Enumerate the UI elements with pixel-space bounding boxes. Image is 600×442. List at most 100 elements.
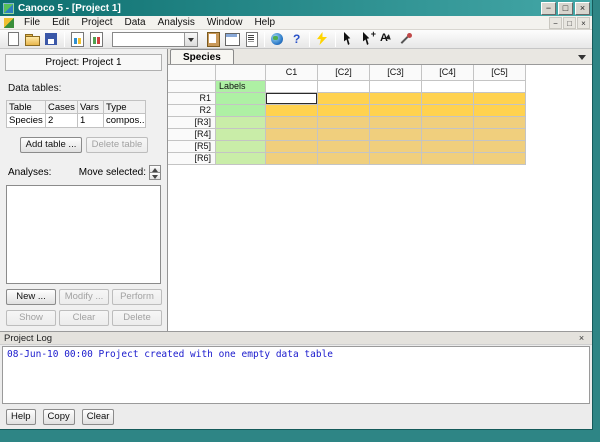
label-tool-icon[interactable] [378,31,395,47]
menu-data[interactable]: Data [118,16,151,30]
grid-corner-cell[interactable] [168,65,216,81]
data-cell[interactable] [318,153,370,165]
row-label-cell[interactable] [216,105,266,117]
data-cell[interactable] [266,93,318,105]
data-cell[interactable] [474,105,526,117]
menu-window[interactable]: Window [201,16,249,30]
data-cell[interactable] [318,117,370,129]
data-cell[interactable] [318,129,370,141]
minimize-button[interactable]: − [541,2,556,15]
row-label-cell[interactable] [216,117,266,129]
data-cell[interactable] [474,129,526,141]
child-minimize-button[interactable]: − [549,17,562,29]
data-cell[interactable] [422,117,474,129]
menu-edit[interactable]: Edit [46,16,75,30]
quick-select-combo[interactable] [112,32,198,47]
close-log-icon[interactable]: × [575,333,588,344]
row-header[interactable]: [R6] [168,153,216,165]
row-header[interactable]: [R5] [168,141,216,153]
data-cell[interactable] [266,117,318,129]
new-icon[interactable] [5,31,22,47]
menu-project[interactable]: Project [75,16,118,30]
data-cell[interactable] [370,153,422,165]
data-cell[interactable] [266,129,318,141]
data-cell[interactable] [318,93,370,105]
data-cell[interactable] [266,141,318,153]
tables-grid-cell[interactable]: compos... [104,114,146,128]
data-cell[interactable] [422,141,474,153]
pointer-icon[interactable] [340,31,357,47]
row-header[interactable]: [R3] [168,117,216,129]
tables-grid-cell[interactable]: 1 [78,114,104,128]
column-header[interactable]: [C3] [370,65,422,81]
save-icon[interactable] [43,31,60,47]
column-header[interactable]: [C5] [474,65,526,81]
data-cell[interactable] [422,105,474,117]
column-header[interactable]: C1 [266,65,318,81]
data-cell[interactable] [266,105,318,117]
column-label-cell[interactable] [370,81,422,93]
data-cell[interactable] [474,93,526,105]
tab-species[interactable]: Species [170,49,234,64]
graph-page-icon[interactable] [88,31,105,47]
globe-icon[interactable] [269,31,286,47]
graph-wizard-icon[interactable] [69,31,86,47]
new-analysis-button[interactable]: New ... [6,289,56,305]
help-icon[interactable] [288,31,305,47]
row-label-cell[interactable] [216,141,266,153]
close-button[interactable]: × [575,2,590,15]
data-cell[interactable] [370,141,422,153]
tables-grid-cell[interactable]: 2 [46,114,78,128]
data-cell[interactable] [318,105,370,117]
column-label-cell[interactable] [266,81,318,93]
column-header[interactable]: [C2] [318,65,370,81]
data-cell[interactable] [474,117,526,129]
column-header-labels[interactable] [216,65,266,81]
log-copy-button[interactable]: Copy [43,409,75,425]
data-cell[interactable] [370,93,422,105]
combo-dropdown-icon[interactable] [184,33,197,46]
menu-file[interactable]: File [18,16,46,30]
analyses-listbox[interactable] [6,185,161,284]
log-help-button[interactable]: Help [6,409,36,425]
menu-help[interactable]: Help [248,16,281,30]
row-header[interactable]: [R4] [168,129,216,141]
data-cell[interactable] [474,153,526,165]
pin-icon[interactable] [397,31,414,47]
data-cell[interactable] [422,153,474,165]
row-header[interactable]: R1 [168,93,216,105]
row-label-cell[interactable] [216,93,266,105]
data-cell[interactable] [474,141,526,153]
report-icon[interactable] [243,31,260,47]
column-label-cell[interactable] [474,81,526,93]
add-table-button[interactable]: Add table ... [20,137,82,153]
data-cell[interactable] [370,117,422,129]
row-label-cell[interactable] [216,153,266,165]
tables-grid-cell[interactable]: Species [6,114,46,128]
move-up-button[interactable] [149,165,161,173]
row-header[interactable]: R2 [168,105,216,117]
paste-icon[interactable] [205,31,222,47]
data-cell[interactable] [370,129,422,141]
data-cell[interactable] [318,141,370,153]
child-restore-button[interactable]: □ [563,17,576,29]
column-header[interactable]: [C4] [422,65,474,81]
column-label-cell[interactable] [422,81,474,93]
move-down-button[interactable] [149,173,161,180]
data-cell[interactable] [422,129,474,141]
maximize-button[interactable]: □ [558,2,573,15]
analyze-icon[interactable] [314,31,331,47]
data-table-icon[interactable] [224,31,241,47]
log-clear-button[interactable]: Clear [82,409,115,425]
table-list-dropdown-icon[interactable] [578,55,586,64]
child-close-button[interactable]: × [577,17,590,29]
data-cell[interactable] [266,153,318,165]
row-label-cell[interactable] [216,129,266,141]
data-cell[interactable] [422,93,474,105]
row-header[interactable] [168,81,216,93]
labels-corner-cell[interactable]: Labels [216,81,266,93]
column-label-cell[interactable] [318,81,370,93]
data-cell[interactable] [370,105,422,117]
open-icon[interactable] [24,31,41,47]
pointer-plus-icon[interactable] [359,31,376,47]
